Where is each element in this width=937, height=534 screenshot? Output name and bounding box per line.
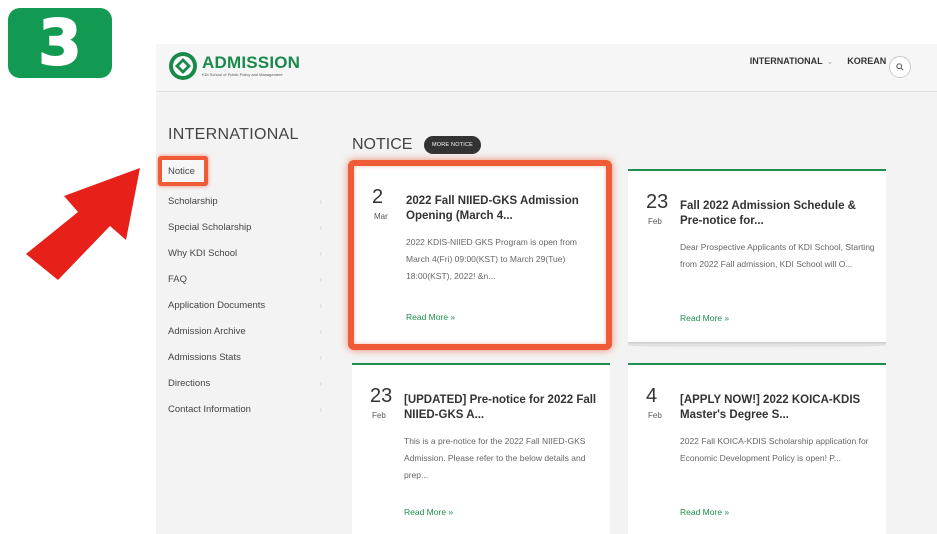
notice-card[interactable]: 23 Feb [UPDATED] Pre-notice for 2022 Fal… [352,363,610,534]
more-notice-button[interactable]: MORE NOTICE [424,136,482,154]
card-day: 23 [370,385,393,407]
card-day: 2 [372,186,384,208]
card-shadow [628,342,886,348]
chevron-right-icon: › [319,248,322,258]
notice-heading: NOTICE [352,136,413,153]
site-header: ADMISSION KDI School of Public Policy an… [156,44,937,92]
sidebar-item-label: Notice [168,165,195,177]
read-more-link[interactable]: Read More » [406,312,455,322]
sidebar-item-notice[interactable]: Notice [158,156,208,186]
notice-card[interactable]: 23 Feb Fall 2022 Admission Schedule & Pr… [628,169,886,345]
site-logo[interactable]: ADMISSION KDI School of Public Policy an… [168,51,300,81]
card-month: Mar [374,212,388,221]
sidebar-item-label: Admission Archive [168,325,246,337]
step-number-badge: 3 [8,8,112,78]
card-title[interactable]: [UPDATED] Pre-notice for 2022 Fall NIIED… [404,393,600,423]
read-more-link[interactable]: Read More » [680,313,729,323]
nav-label: INTERNATIONAL [749,56,823,66]
logo-title: ADMISSION [202,53,301,72]
search-icon [896,63,904,71]
card-month: Feb [648,217,662,226]
sidebar-title: INTERNATIONAL [168,126,299,143]
card-month: Feb [372,411,386,420]
sidebar-item-admissions-stats[interactable]: Admissions Stats › [168,344,328,370]
search-button[interactable] [889,56,911,78]
card-day: 23 [646,191,669,213]
sidebar-item-contact-information[interactable]: Contact Information › [168,396,328,422]
sidebar-item-label: Admissions Stats [168,351,241,363]
sidebar-item-faq[interactable]: FAQ › [168,266,328,292]
top-nav: INTERNATIONAL ⌄ KOREAN ⌄ [736,56,897,66]
logo-subtitle: KDI School of Public Policy and Manageme… [202,72,283,77]
sidebar-item-admission-archive[interactable]: Admission Archive › [168,318,328,344]
sidebar-item-scholarship[interactable]: Scholarship › [168,188,328,214]
sidebar-item-label: Special Scholarship [168,221,252,233]
card-description: 2022 Fall KOICA-KDIS Scholarship applica… [680,436,869,463]
nav-international[interactable]: INTERNATIONAL ⌄ [750,56,834,66]
notice-card[interactable]: 4 Feb [APPLY NOW!] 2022 KOICA-KDIS Maste… [628,363,886,534]
red-arrow-icon [26,168,140,280]
sidebar-item-label: Why KDI School [168,247,238,259]
logo-emblem-icon [169,52,197,80]
read-more-link[interactable]: Read More » [404,507,453,517]
read-more-link[interactable]: Read More » [680,507,729,517]
card-day: 4 [646,385,658,407]
chevron-right-icon: › [319,352,322,362]
card-title[interactable]: [APPLY NOW!] 2022 KOICA-KDIS Master's De… [680,393,876,423]
card-month: Feb [648,411,662,420]
chevron-right-icon: › [319,222,322,232]
chevron-down-icon: ⌄ [826,56,834,66]
card-title[interactable]: 2022 Fall NIIED-GKS Admission Opening (M… [406,194,602,224]
chevron-right-icon: › [319,378,322,388]
sidebar-item-label: Contact Information [168,403,251,415]
step-number: 3 [37,6,82,79]
card-description: 2022 KDIS-NIIED GKS Program is open from… [406,237,578,281]
chevron-right-icon: › [319,326,322,336]
chevron-right-icon: › [319,300,322,310]
sidebar-item-label: FAQ [168,273,188,285]
nav-label: KOREAN [847,56,887,66]
chevron-right-icon: › [319,404,322,414]
sidebar-item-label: Directions [168,377,211,389]
sidebar-item-application-documents[interactable]: Application Documents › [168,292,328,318]
sidebar-item-label: Application Documents [168,299,266,311]
chevron-right-icon: › [319,274,322,284]
card-description: Dear Prospective Applicants of KDI Schoo… [680,242,875,269]
notice-card[interactable]: 2 Mar 2022 Fall NIIED-GKS Admission Open… [348,160,612,350]
sidebar-item-why-kdi-school[interactable]: Why KDI School › [168,240,328,266]
sidebar-item-directions[interactable]: Directions › [168,370,328,396]
card-title[interactable]: Fall 2022 Admission Schedule & Pre-notic… [680,199,876,229]
sidebar-menu: Notice Scholarship › Special Scholarship… [158,156,328,422]
sidebar-item-special-scholarship[interactable]: Special Scholarship › [168,214,328,240]
chevron-right-icon: › [319,196,322,206]
website-panel: ADMISSION KDI School of Public Policy an… [156,44,937,534]
sidebar-item-label: Scholarship [168,195,218,207]
card-description: This is a pre-notice for the 2022 Fall N… [404,436,586,480]
